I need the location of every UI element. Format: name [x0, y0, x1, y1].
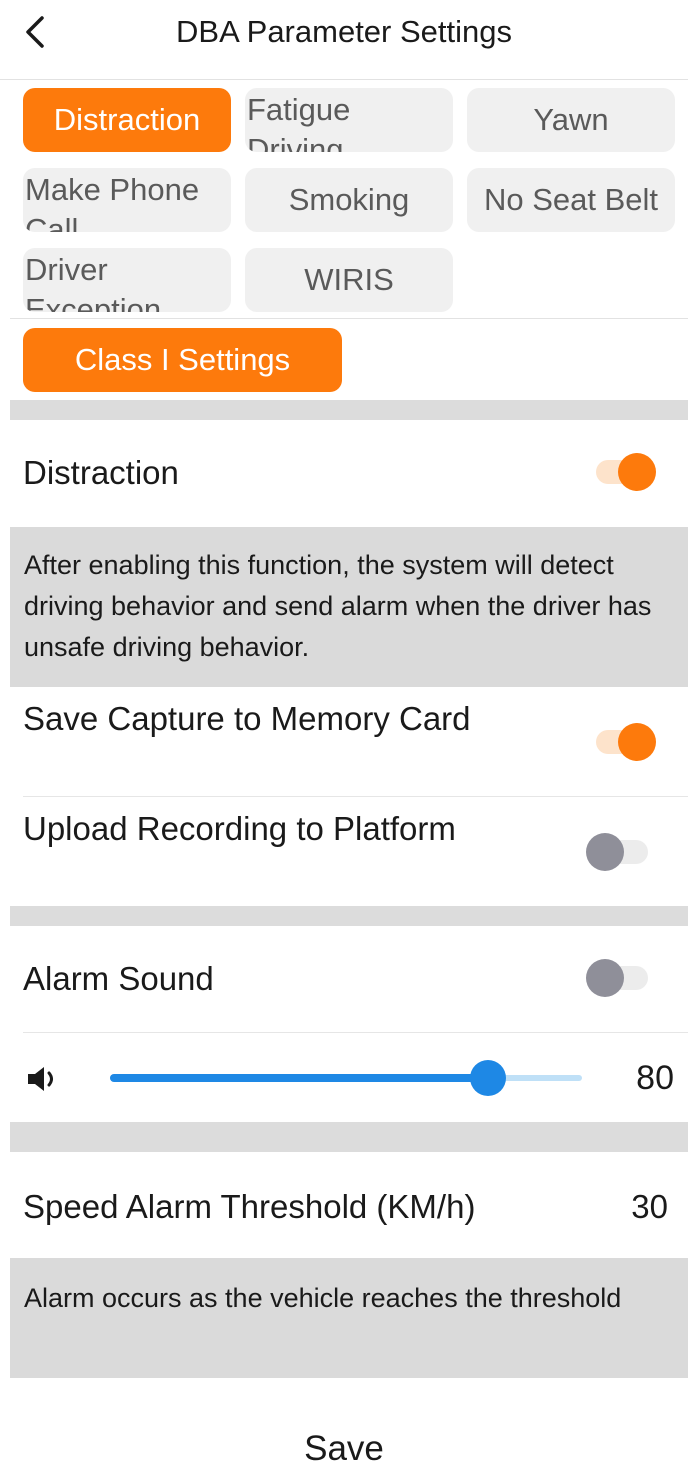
toggle-knob [618, 453, 656, 491]
speed-threshold-label: Speed Alarm Threshold (KM/h) [23, 1188, 476, 1225]
alarm-sound-toggle[interactable] [586, 958, 650, 998]
divider [23, 796, 688, 797]
section-separator [10, 906, 688, 926]
volume-value: 80 [636, 1059, 674, 1097]
tab-no-seat-belt[interactable]: No Seat Belt [467, 168, 675, 232]
header-bar: DBA Parameter Settings [0, 0, 688, 80]
tab-fatigue-driving[interactable]: Fatigue Driving [245, 88, 453, 152]
distraction-description: After enabling this function, the system… [10, 527, 688, 687]
speed-threshold-value[interactable]: 30 [631, 1182, 668, 1232]
save-capture-toggle[interactable] [592, 722, 656, 762]
alarm-sound-label: Alarm Sound [23, 960, 214, 997]
toggle-knob [586, 959, 624, 997]
slider-thumb[interactable] [469, 1060, 506, 1096]
volume-icon [28, 1067, 53, 1091]
slider-fill [110, 1074, 488, 1082]
toggle-knob [618, 723, 656, 761]
distraction-label: Distraction [23, 454, 179, 491]
page-title: DBA Parameter Settings [176, 14, 512, 49]
section-separator [10, 1122, 688, 1152]
threshold-note: Alarm occurs as the vehicle reaches the … [10, 1258, 688, 1378]
distraction-toggle[interactable] [592, 452, 656, 492]
divider [10, 318, 688, 319]
upload-recording-toggle[interactable] [586, 832, 650, 872]
volume-slider[interactable] [110, 1058, 582, 1098]
save-button[interactable]: Save [0, 1424, 688, 1468]
divider [23, 1032, 688, 1033]
tab-yawn[interactable]: Yawn [467, 88, 675, 152]
tab-distraction[interactable]: Distraction [23, 88, 231, 152]
class-settings-button[interactable]: Class I Settings [23, 328, 342, 392]
save-capture-label: Save Capture to Memory Card [23, 700, 471, 737]
section-separator [10, 400, 688, 420]
upload-recording-label: Upload Recording to Platform [23, 810, 456, 847]
tab-make-phone-call[interactable]: Make Phone Call [23, 168, 231, 232]
tab-driver-exception[interactable]: Driver Exception [23, 248, 231, 312]
tab-smoking[interactable]: Smoking [245, 168, 453, 232]
tab-wiris[interactable]: WIRIS [245, 248, 453, 312]
toggle-knob [586, 833, 624, 871]
